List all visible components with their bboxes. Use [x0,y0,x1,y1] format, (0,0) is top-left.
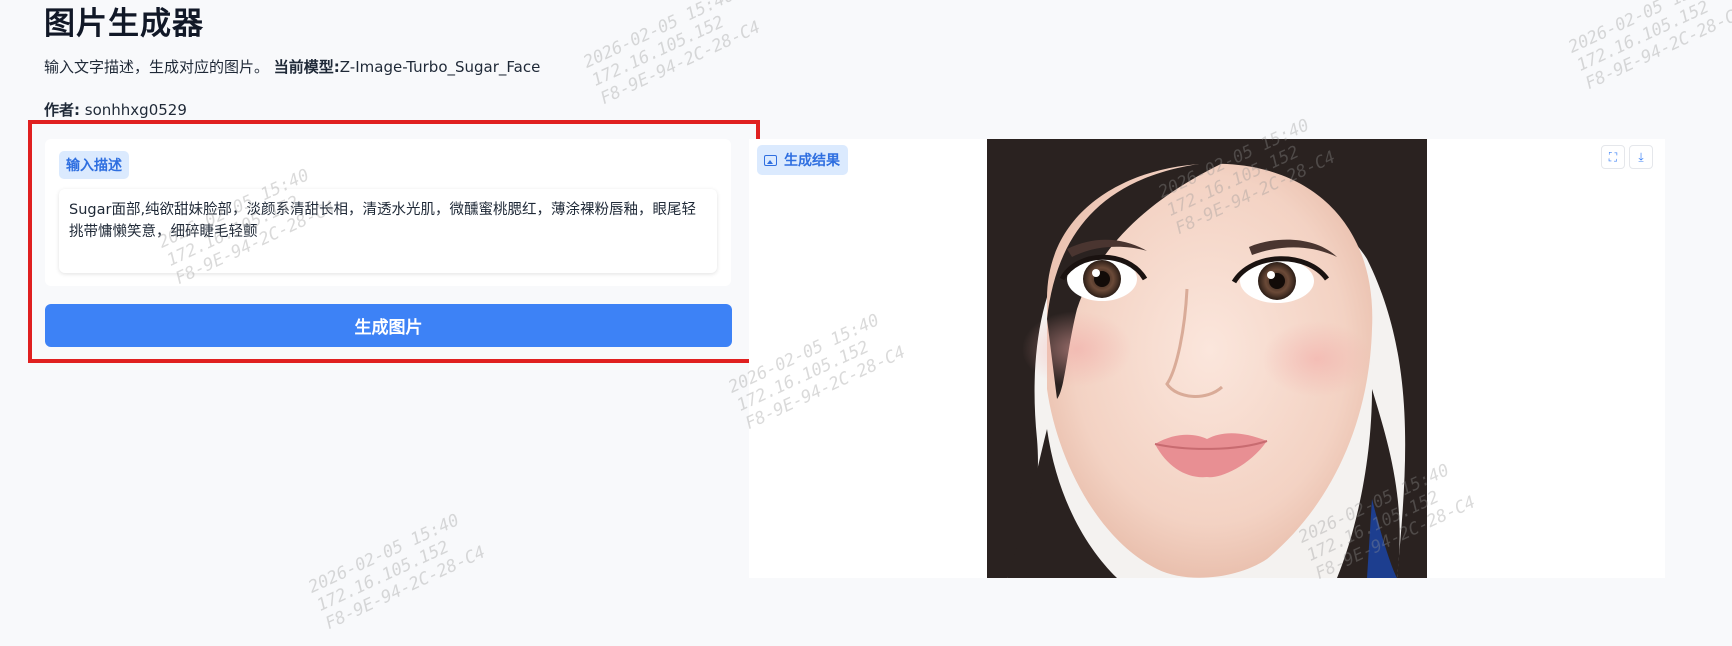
result-panel: 生成结果 ⛶ ⤓ [749,139,1665,578]
watermark: 2026-02-05 15:40 172.16.105.152 F8-9E-94… [580,0,764,109]
model-label: 当前模型: [273,58,340,76]
description-text: 输入文字描述，生成对应的图片。 [44,58,270,76]
author-value: sonhhxg0529 [84,101,187,119]
fullscreen-icon[interactable]: ⛶ [1601,145,1625,169]
model-value: Z-Image-Turbo_Sugar_Face [339,58,541,76]
result-label-text: 生成结果 [784,153,840,169]
watermark: 2026-02-05 15:40 172.16.105.152 F8-9E-94… [1565,0,1732,94]
watermark: 2026-02-05 15:40 172.16.105.152 F8-9E-94… [305,510,489,634]
download-icon[interactable]: ⤓ [1629,145,1653,169]
image-icon [764,154,777,166]
page-title: 图片生成器 [44,6,204,42]
page-description: 输入文字描述，生成对应的图片。 当前模型:Z-Image-Turbo_Sugar… [44,56,540,77]
result-label: 生成结果 [757,145,848,175]
author-label: 作者: [44,101,80,119]
highlight-box [28,120,760,363]
portrait-illustration [987,139,1427,578]
author-line: 作者: sonhhxg0529 [44,99,187,120]
result-toolbar: ⛶ ⤓ [1601,145,1653,169]
generated-image [987,139,1427,578]
